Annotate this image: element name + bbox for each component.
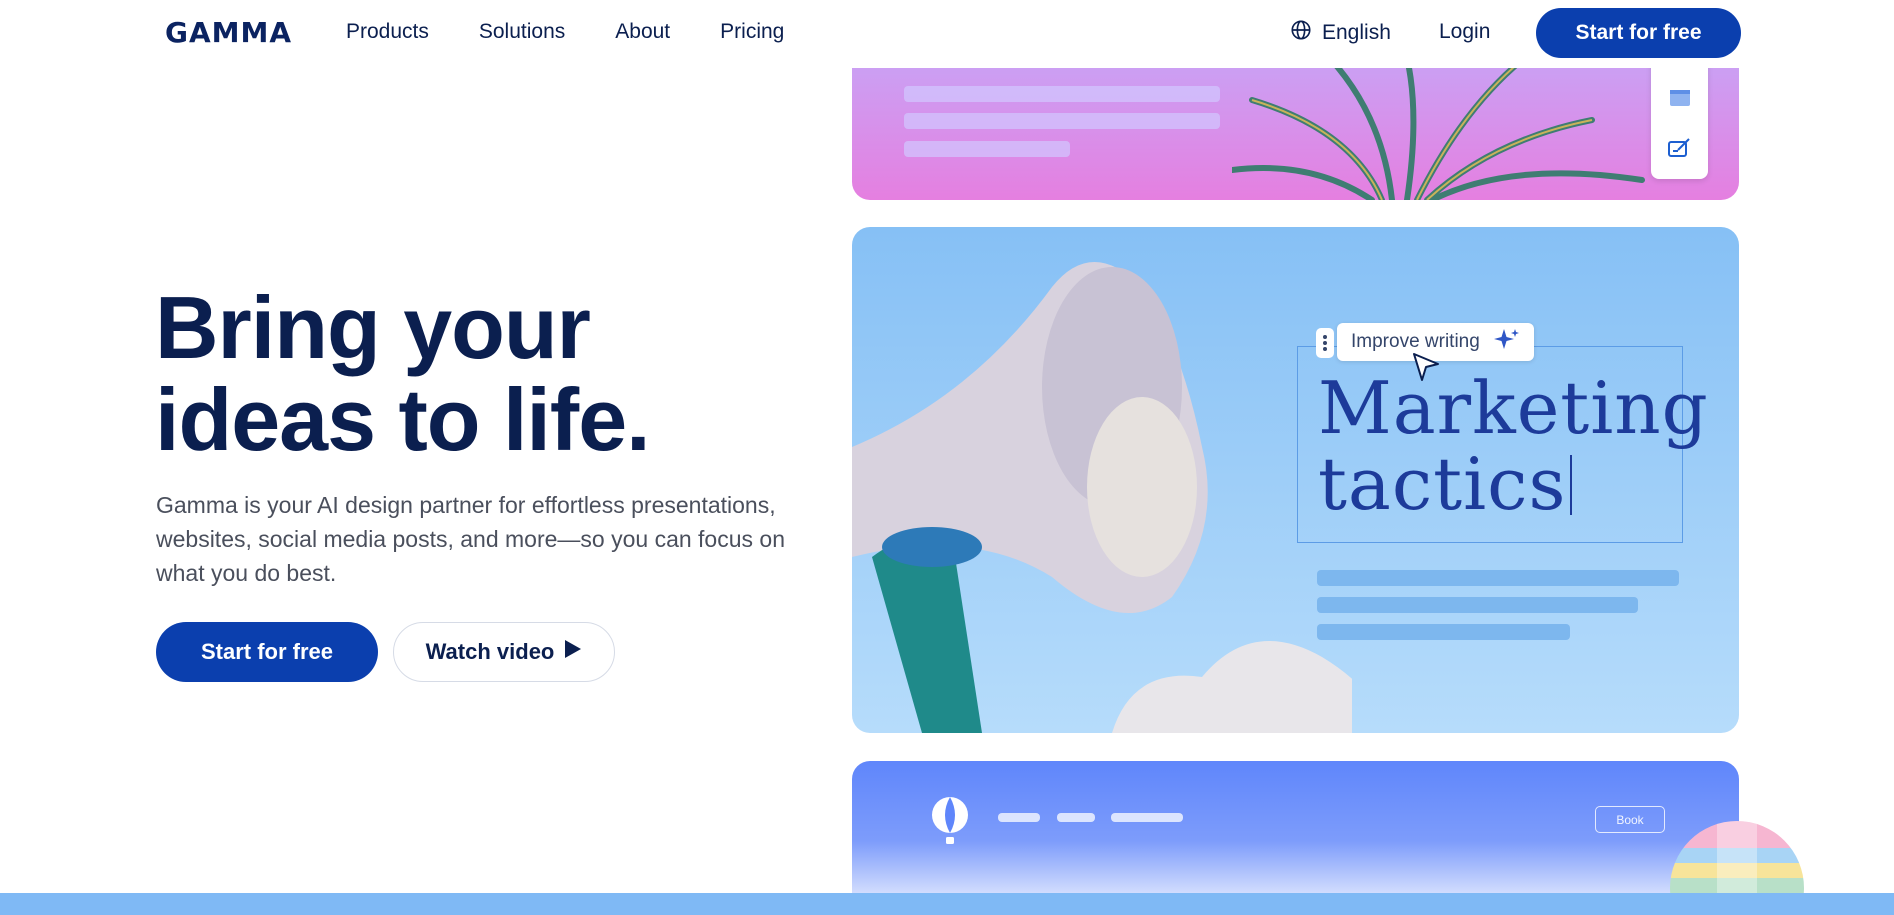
book-button-label: Book	[1616, 812, 1644, 827]
nav-link-products[interactable]: Products	[346, 20, 429, 44]
heading-line-2: tactics	[1318, 442, 1567, 526]
sparkle-icon	[1493, 327, 1520, 357]
gamma-logo[interactable]: GAMMA	[165, 16, 292, 49]
globe-icon	[1290, 19, 1312, 47]
nav-placeholder	[1111, 813, 1183, 822]
placeholder-line	[1317, 597, 1638, 613]
hero-subtitle: Gamma is your AI design partner for effo…	[156, 492, 785, 586]
nav-placeholder	[998, 813, 1040, 822]
placeholder-line	[904, 86, 1220, 102]
balloon-illustration	[1670, 821, 1804, 898]
language-label: English	[1322, 21, 1391, 44]
hero-start-free-button[interactable]: Start for free	[156, 622, 378, 682]
nav-link-about[interactable]: About	[615, 20, 670, 44]
card-layout-icon[interactable]	[1669, 89, 1691, 112]
nav-start-free-button[interactable]: Start for free	[1536, 8, 1741, 58]
improve-writing-label: Improve writing	[1351, 331, 1480, 352]
edit-icon[interactable]	[1668, 136, 1692, 163]
login-link[interactable]: Login	[1439, 20, 1490, 44]
heading-line-1: Marketing	[1318, 366, 1709, 450]
nav-placeholder	[1057, 813, 1095, 822]
placeholder-line	[904, 113, 1220, 129]
editor-side-toolbar	[1651, 55, 1708, 179]
placeholder-line	[904, 141, 1070, 157]
nav-links: Products Solutions About Pricing	[346, 20, 784, 44]
watch-video-label: Watch video	[425, 639, 555, 664]
preview-card-bottom: Book	[852, 761, 1739, 915]
cursor-arrow-icon	[1412, 352, 1440, 387]
language-selector[interactable]: English	[1290, 19, 1391, 47]
nav-link-pricing[interactable]: Pricing	[720, 20, 784, 44]
footer-band	[0, 893, 1894, 915]
hot-air-balloon-icon	[930, 797, 970, 850]
placeholder-line	[1317, 570, 1679, 586]
watch-video-button[interactable]: Watch video	[393, 622, 615, 682]
nav-link-solutions[interactable]: Solutions	[479, 20, 565, 44]
hero-title-line-1: Bring your	[155, 278, 591, 377]
drag-handle-icon[interactable]	[1316, 328, 1334, 358]
placeholder-line	[1317, 624, 1570, 640]
play-icon	[564, 639, 582, 665]
megaphone-cloud-illustration	[852, 262, 1352, 733]
top-navigation: GAMMA Products Solutions About Pricing E…	[0, 0, 1894, 68]
text-caret	[1570, 455, 1573, 515]
hero-title-line-2: ideas to life.	[155, 370, 651, 469]
hero-title: Bring your ideas to life.	[155, 282, 775, 466]
marketing-tactics-heading[interactable]: Marketing tactics	[1318, 370, 1709, 522]
book-button[interactable]: Book	[1595, 806, 1665, 833]
